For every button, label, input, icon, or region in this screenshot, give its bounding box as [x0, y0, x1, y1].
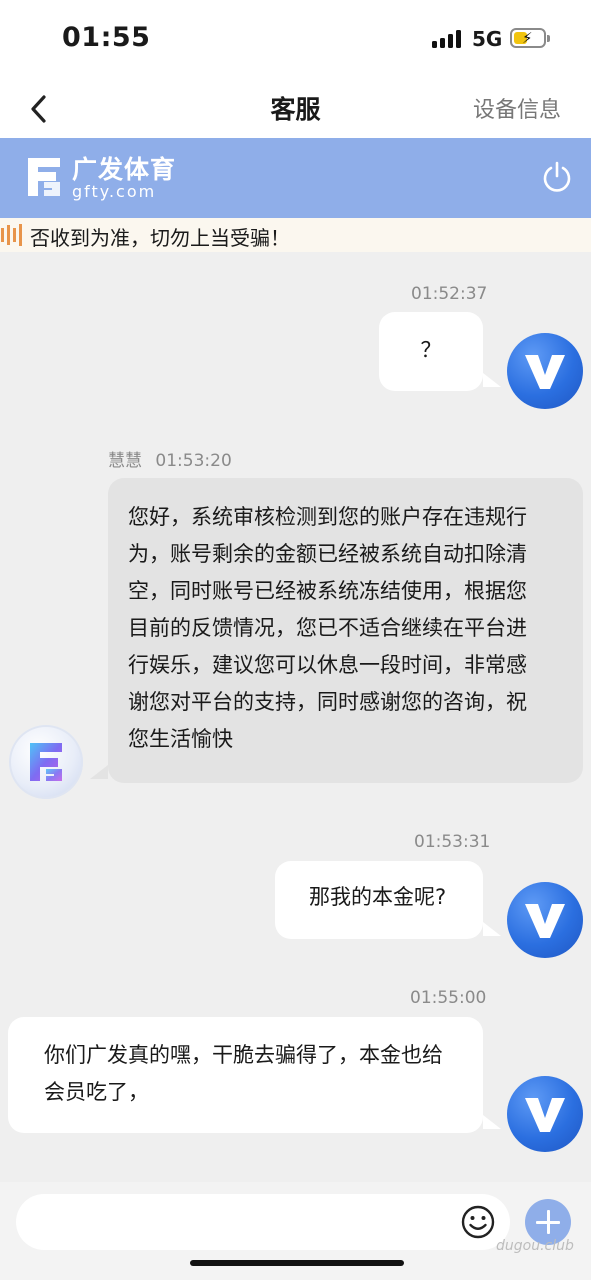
message-timestamp: 01:52:37	[411, 284, 488, 304]
message-line: 你们广发真的嘿，干脆去骗得了，本金也给	[44, 1043, 443, 1067]
notice-marquee: 否收到为准，切勿上当受骗！	[0, 218, 591, 252]
status-bar: 01:55 5G ⚡	[0, 0, 591, 80]
message-timestamp: 01:53:20	[155, 451, 232, 471]
nav-bar: 客服 设备信息	[0, 80, 591, 138]
status-time: 01:55	[62, 22, 151, 53]
signal-icon	[432, 30, 464, 48]
brand-header: 广发体育 gfty.com	[0, 138, 591, 218]
bubble-tail	[483, 922, 501, 936]
message-timestamp: 01:55:00	[410, 988, 487, 1008]
chat-screen: 01:55 5G ⚡ 客服 设备信息 广发体育 gfty.com 否收到为准，切…	[0, 0, 591, 1280]
message-line: 您生活愉快	[128, 727, 233, 751]
message-line: 目前的反馈情况，您已不适合继续在平台进	[128, 616, 527, 640]
message-line: 会员吃了，	[44, 1080, 149, 1104]
bubble-tail	[90, 765, 108, 779]
battery-charging-icon: ⚡	[510, 28, 550, 48]
device-info-button[interactable]: 设备信息	[473, 92, 561, 124]
gfty-logo-icon	[28, 158, 60, 196]
agent-avatar[interactable]	[9, 725, 83, 799]
outgoing-message: ？	[379, 312, 483, 391]
smiley-icon[interactable]	[460, 1204, 496, 1240]
user-avatar[interactable]	[507, 333, 583, 409]
message-line: 行娱乐，建议您可以休息一段时间，非常感	[128, 653, 527, 677]
gfty-logo-icon	[30, 743, 62, 781]
message-line: 为，账号剩余的金额已经被系统自动扣除清	[128, 542, 527, 566]
speaker-icon	[1, 224, 22, 246]
agent-name: 慧慧 01:53:20	[108, 446, 232, 471]
message-line: 您好，系统审核检测到您的账户存在违规行	[128, 505, 527, 529]
agent-sender: 慧慧	[108, 451, 142, 471]
chevron-left-icon	[31, 95, 46, 123]
incoming-message: 您好，系统审核检测到您的账户存在违规行 为，账号剩余的金额已经被系统自动扣除清 …	[108, 478, 583, 783]
notice-text: 否收到为准，切勿上当受骗！	[30, 226, 290, 250]
message-timestamp: 01:53:31	[414, 832, 491, 852]
outgoing-message: 你们广发真的嘿，干脆去骗得了，本金也给 会员吃了，	[8, 1017, 483, 1133]
back-button[interactable]	[24, 88, 58, 128]
watermark: dugou.club	[496, 1238, 574, 1254]
v-logo-icon	[525, 904, 565, 938]
bubble-tail	[483, 373, 501, 387]
message-line: 谢您对平台的支持，同时感谢您的咨询，祝	[128, 690, 527, 714]
message-line: 空，同时账号已经被系统冻结使用，根据您	[128, 579, 527, 603]
brand-domain: gfty.com	[72, 182, 157, 201]
bubble-tail	[483, 1115, 501, 1129]
brand-name: 广发体育	[72, 155, 177, 184]
home-indicator[interactable]	[190, 1260, 404, 1266]
user-avatar[interactable]	[507, 1076, 583, 1152]
v-logo-icon	[525, 355, 565, 389]
power-icon[interactable]	[541, 160, 573, 194]
v-logo-icon	[525, 1098, 565, 1132]
network-type: 5G	[472, 27, 503, 51]
user-avatar[interactable]	[507, 882, 583, 958]
message-input[interactable]	[16, 1194, 510, 1250]
outgoing-message: 那我的本金呢?	[275, 861, 483, 939]
bolt-icon: ⚡	[522, 29, 533, 47]
